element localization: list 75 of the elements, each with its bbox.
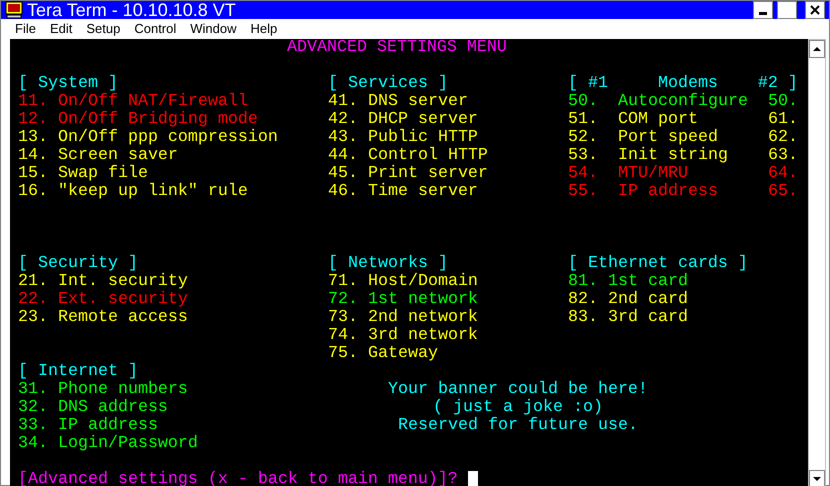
terminal-icon <box>5 1 23 19</box>
banner-text: ( just a joke :o) <box>433 398 603 416</box>
menu-option: 82. 2nd card <box>568 290 688 308</box>
section-heading: [ Internet ] <box>18 362 138 380</box>
minimize-button[interactable] <box>753 1 773 19</box>
option-number: 53. <box>568 146 598 164</box>
menu-option: 73. 2nd network <box>328 308 478 326</box>
section-heading: [ Ethernet cards ] <box>568 254 748 272</box>
option-number: 64. <box>768 164 798 182</box>
option-label: Init string <box>618 146 728 164</box>
section-heading: [ #1 Modems #2 ] <box>568 74 798 92</box>
menu-option: 12. On/Off Bridging mode <box>18 110 258 128</box>
scroll-down-button[interactable] <box>809 470 825 486</box>
close-icon <box>810 5 820 15</box>
menu-item[interactable]: Edit <box>50 19 72 38</box>
menu-option: 71. Host/Domain <box>328 272 478 290</box>
window-title: Tera Term - 10.10.10.8 VT <box>27 1 236 19</box>
menu-option: 13. On/Off ppp compression <box>18 128 278 146</box>
option-label: MTU/MRU <box>618 164 688 182</box>
menu-option: 43. Public HTTP <box>328 128 478 146</box>
option-number: 54. <box>568 164 598 182</box>
menu-option: 22. Ext. security <box>18 290 188 308</box>
menu-option: 42. DHCP server <box>328 110 478 128</box>
option-number: 55. <box>568 182 598 200</box>
option-number: 63. <box>768 146 798 164</box>
section-heading: [ Networks ] <box>328 254 448 272</box>
option-number: 61. <box>768 110 798 128</box>
option-label: IP address <box>618 182 718 200</box>
section-heading: [ Security ] <box>18 254 138 272</box>
menu-option: 81. 1st card <box>568 272 688 290</box>
menu-item[interactable]: File <box>15 19 36 38</box>
banner-text: Your banner could be here! <box>388 380 648 398</box>
menu-option: 34. Login/Password <box>18 434 198 452</box>
up-arrow-icon <box>813 46 821 50</box>
close-button[interactable] <box>805 1 825 19</box>
menu-option: 33. IP address <box>18 416 158 434</box>
command-prompt: [Advanced settings (x - back to main menu)]? <box>18 470 458 486</box>
option-number: 50. <box>768 92 798 110</box>
menu-option: 11. On/Off NAT/Firewall <box>18 92 248 110</box>
menu-option: 23. Remote access <box>18 308 188 326</box>
menu-item[interactable]: Help <box>250 19 278 38</box>
section-heading: [ System ] <box>18 74 118 92</box>
menu-item[interactable]: Control <box>134 19 176 38</box>
option-number: 50. <box>568 92 598 110</box>
menu-option: 32. DNS address <box>18 398 168 416</box>
minimize-icon <box>759 12 767 15</box>
menu-option: 74. 3rd network <box>328 326 478 344</box>
menu-option: 14. Screen saver <box>18 146 178 164</box>
option-label: Autoconfigure <box>618 92 748 110</box>
menu-item[interactable]: Setup <box>86 19 120 38</box>
option-number: 65. <box>768 182 798 200</box>
menu-option: 83. 3rd card <box>568 308 688 326</box>
menu-option: 75. Gateway <box>328 344 438 362</box>
menu-option: 45. Print server <box>328 164 488 182</box>
section-heading: [ Services ] <box>328 74 448 92</box>
maximize-button[interactable] <box>777 1 797 19</box>
option-label: Port speed <box>618 128 718 146</box>
scroll-up-button[interactable] <box>809 40 825 58</box>
option-label: COM port <box>618 110 698 128</box>
menu-option: 72. 1st network <box>328 290 478 308</box>
menu-option: 41. DNS server <box>328 92 468 110</box>
menu-item[interactable]: Window <box>190 19 237 38</box>
menu-option: 16. "keep up link" rule <box>18 182 248 200</box>
banner-text: Reserved for future use. <box>398 416 638 434</box>
menu-option: 31. Phone numbers <box>18 380 188 398</box>
menu-option: 46. Time server <box>328 182 478 200</box>
option-number: 51. <box>568 110 598 128</box>
menu-title: ADVANCED SETTINGS MENU <box>287 38 507 56</box>
option-number: 62. <box>768 128 798 146</box>
text-cursor <box>468 470 478 486</box>
menu-option: 21. Int. security <box>18 272 188 290</box>
option-number: 52. <box>568 128 598 146</box>
down-arrow-icon <box>813 476 821 480</box>
menu-option: 15. Swap file <box>18 164 148 182</box>
menu-option: 44. Control HTTP <box>328 146 488 164</box>
